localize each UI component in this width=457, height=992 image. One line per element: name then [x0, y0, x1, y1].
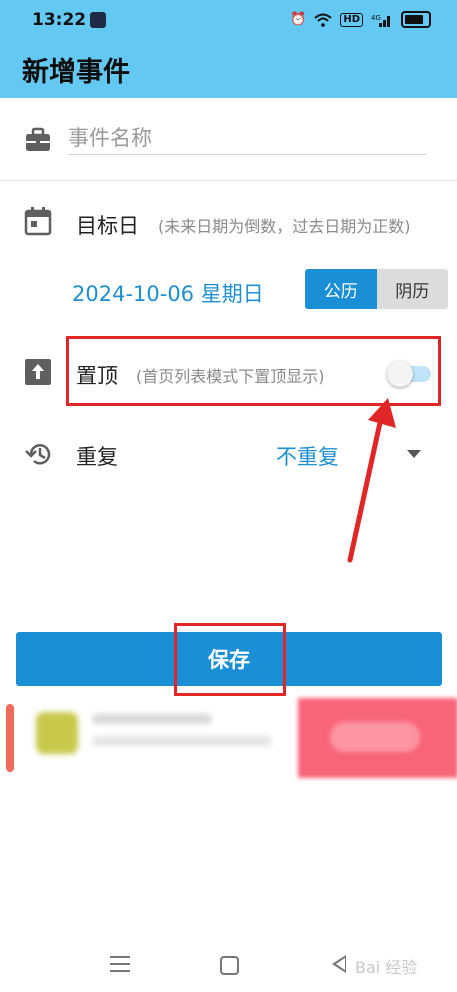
ad-edge — [6, 704, 14, 772]
lunar-calendar-option[interactable]: 阴历 — [376, 269, 448, 309]
annotation-highlight-save — [174, 623, 286, 696]
ad-thumbnail — [36, 712, 78, 754]
chevron-down-icon[interactable] — [407, 450, 421, 458]
watermark-logo: Bai 经验 — [355, 958, 417, 977]
history-icon — [25, 444, 51, 465]
briefcase-icon — [26, 127, 50, 151]
status-bar: 13:22 ⏰ HD 4G — [0, 0, 457, 40]
system-nav-bar: Bai 经验 — [0, 942, 457, 992]
app-bar: 新增事件 — [0, 40, 457, 98]
ad-text-placeholder — [92, 714, 282, 760]
target-date-label: 目标日 — [76, 214, 139, 238]
signal-icon: 4G — [371, 14, 390, 27]
calendar-icon — [24, 207, 52, 236]
repeat-label: 重复 — [76, 445, 118, 469]
page-title: 新增事件 — [22, 57, 130, 88]
target-date-value[interactable]: 2024-10-06 星期日 — [72, 278, 264, 308]
annotation-highlight-pin — [66, 336, 441, 406]
event-name-input[interactable] — [68, 122, 426, 155]
menu-icon[interactable] — [110, 956, 130, 972]
network-type-label: 4G — [371, 14, 381, 22]
home-icon[interactable] — [220, 956, 239, 975]
status-icons: ⏰ HD 4G — [290, 11, 431, 28]
wifi-icon — [314, 13, 332, 27]
svg-text:Bai 经验: Bai 经验 — [355, 958, 417, 977]
ad-cta-button[interactable] — [330, 722, 420, 752]
app-notification-icon — [90, 12, 106, 28]
calendar-type-switch: 公历 阴历 — [305, 269, 448, 309]
alarm-icon: ⏰ — [290, 12, 307, 27]
target-date-hint: (未来日期为倒数，过去日期为正数) — [158, 217, 411, 236]
repeat-select-value[interactable]: 不重复 — [276, 441, 339, 471]
hd-badge: HD — [340, 12, 363, 27]
ad-cta-area[interactable] — [298, 698, 457, 778]
ad-banner[interactable] — [6, 692, 457, 786]
pin-top-icon — [25, 359, 51, 385]
solar-calendar-option[interactable]: 公历 — [305, 269, 377, 309]
battery-icon — [401, 11, 431, 28]
status-time: 13:22 — [32, 10, 87, 30]
